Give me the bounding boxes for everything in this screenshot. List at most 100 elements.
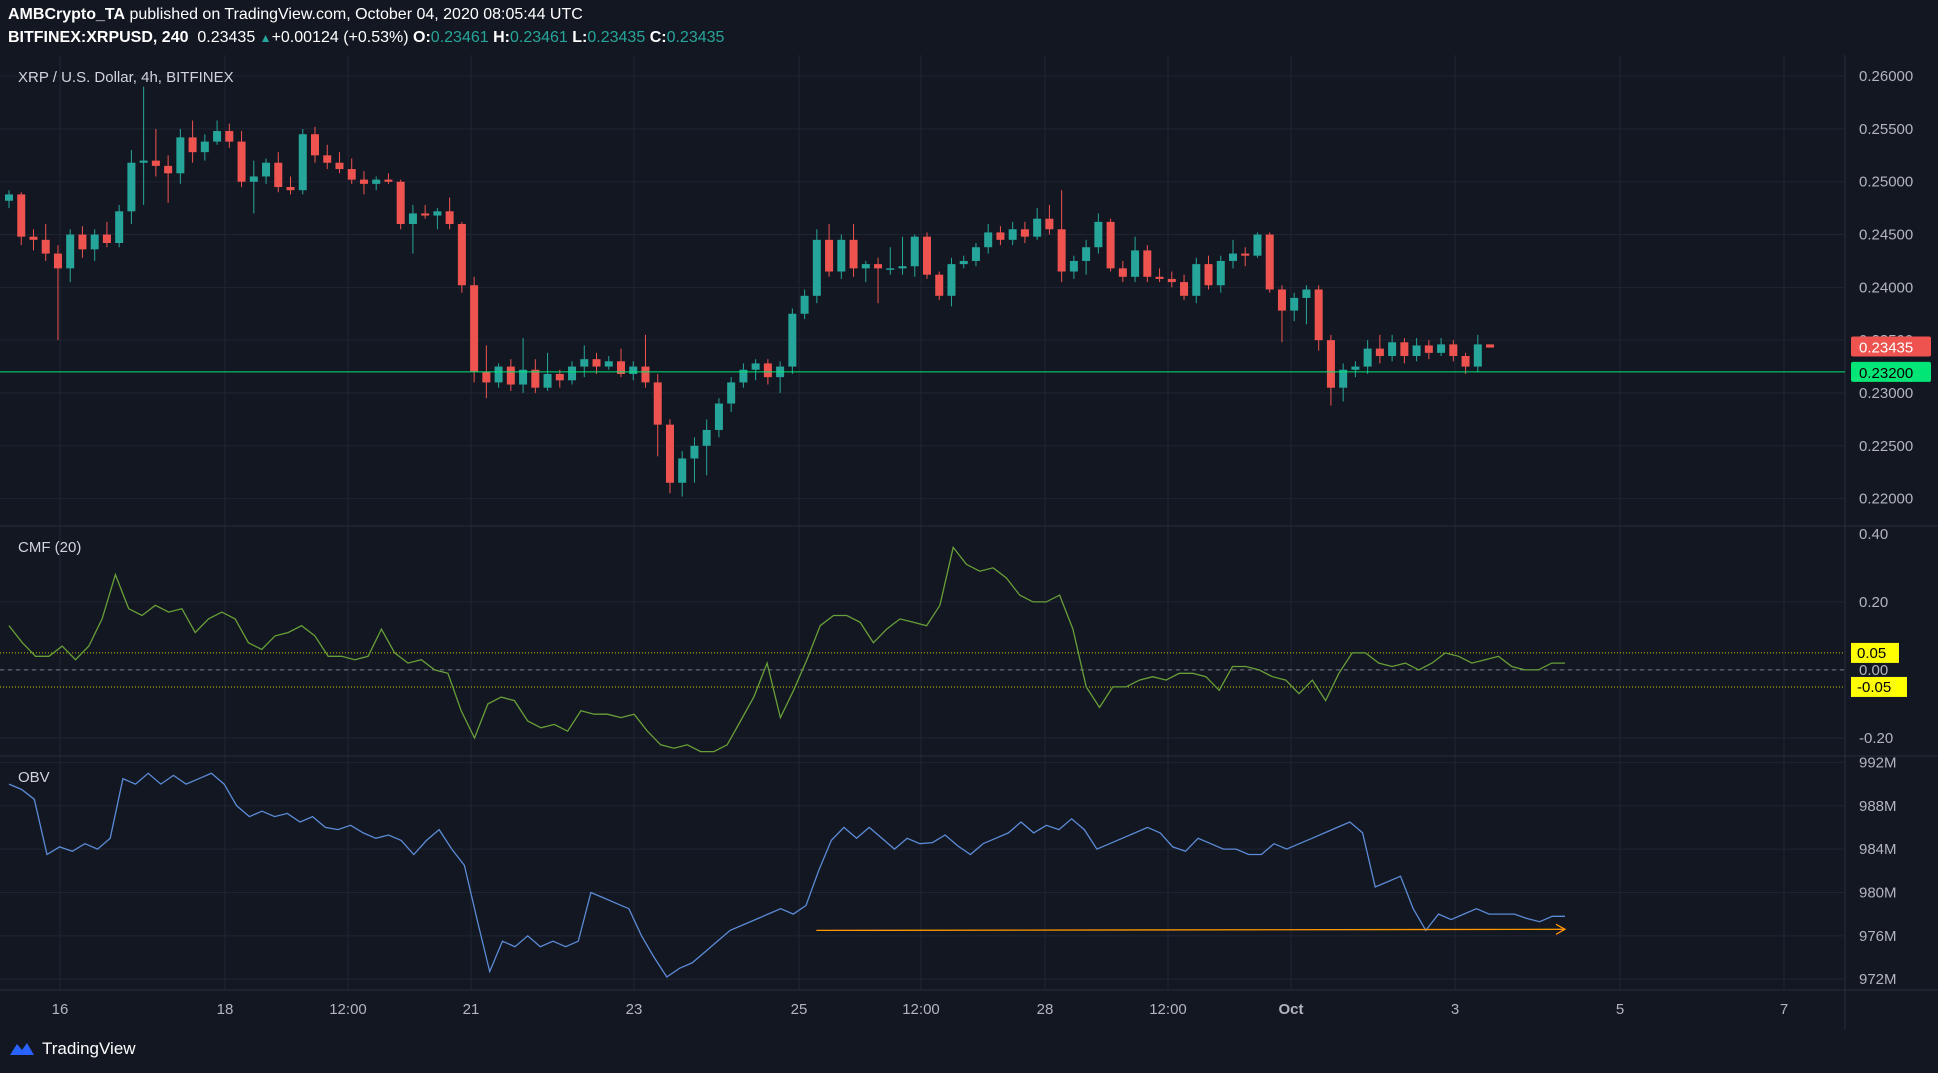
candle-107 [1314,289,1323,341]
candle-29 [359,179,368,184]
candle-19 [237,141,246,182]
obv-trend-line [816,928,1566,932]
candle-40 [494,366,503,383]
candle-55 [678,458,687,483]
candle-21 [262,162,271,177]
candle-98 [1204,264,1213,286]
candle-76 [935,274,944,296]
candle-5 [66,234,75,269]
candle-82 [1008,229,1017,240]
candle-80 [984,232,993,248]
candle-52 [641,366,650,383]
candle-74 [910,236,919,267]
candle-102 [1253,234,1262,256]
candle-81 [996,232,1005,240]
price-tick-label: 0.22500 [1859,438,1913,455]
price-tick-label: 0.26000 [1859,68,1913,85]
candle-96 [1180,282,1189,296]
candle-30 [372,179,381,184]
candle-10 [127,162,136,212]
candle-66 [812,239,821,296]
candle-3 [41,239,50,254]
candle-35 [433,211,442,216]
candle-106 [1302,289,1311,298]
candle-47 [580,359,589,367]
tradingview-brand: TradingView [42,1039,136,1058]
candle-20 [249,176,258,182]
cmf-tick-label: 0.00 [1859,662,1888,679]
candle-9 [115,211,124,243]
candle-1 [17,194,26,237]
candle-33 [408,213,417,224]
candle-90 [1106,221,1115,269]
price-tick-label: 0.25500 [1859,121,1913,138]
candle-18 [225,131,234,142]
candle-70 [861,264,870,269]
candle-53 [653,382,662,425]
time-tick-label: 16 [52,1001,69,1018]
candle-100 [1229,253,1237,261]
candle-73 [898,266,907,269]
candle-39 [482,371,491,383]
candle-84 [1033,218,1042,237]
price-tick-label: 0.24500 [1859,227,1913,244]
obv-tick-label: 976M [1859,928,1897,945]
candle-2 [29,236,38,240]
candle-94 [1155,276,1164,279]
obv-tick-label: 972M [1859,971,1897,988]
candle-69 [849,239,858,269]
time-tick-label: Oct [1278,1001,1303,1018]
time-tick-label: 5 [1616,1001,1624,1018]
time-tick-label: 3 [1451,1001,1459,1018]
support-price-label: 0.23200 [1859,365,1913,382]
candle-15 [188,137,197,153]
candle-34 [421,213,430,216]
candle-22 [274,162,283,188]
candle-68 [837,239,846,272]
candle-95 [1167,278,1176,283]
candle-7 [90,234,99,250]
candle-116 [1424,345,1433,353]
candle-6 [78,234,87,250]
candle-77 [947,264,956,296]
candle-114 [1400,342,1409,357]
obv-line [8,772,1565,978]
candle-118 [1449,344,1458,357]
tradingview-footer[interactable]: TradingView [8,1037,136,1061]
candle-27 [335,162,344,170]
price-tick-label: 0.22000 [1859,491,1913,508]
candle-17 [213,131,222,142]
price-pane-title: XRP / U.S. Dollar, 4h, BITFINEX [18,69,234,86]
time-tick-label: 12:00 [902,1001,940,1018]
candle-110 [1351,366,1360,370]
candle-49 [604,361,613,367]
candle-43 [531,369,540,388]
candle-4 [53,253,62,269]
candle-14 [176,137,185,174]
time-tick-label: 28 [1037,1001,1054,1018]
cmf-line [8,545,1565,753]
candle-71 [874,264,883,269]
candle-16 [200,141,209,153]
cmf-band-label: 0.05 [1857,645,1886,662]
chart-canvas[interactable]: 0.260000.255000.250000.245000.240000.235… [0,0,1938,1030]
candle-28 [347,169,356,180]
candle-24 [298,134,307,191]
candle-72 [886,268,895,270]
candle-101 [1241,253,1250,256]
obv-tick-label: 992M [1859,754,1897,771]
candle-92 [1131,250,1140,277]
candle-97 [1192,264,1201,296]
candle-104 [1277,289,1286,311]
obv-tick-label: 984M [1859,841,1897,858]
candle-75 [923,236,931,275]
candle-58 [714,403,723,430]
obv-pane-title: OBV [18,769,50,786]
candle-93 [1143,250,1152,277]
candle-8 [102,234,111,243]
candle-86 [1057,229,1066,272]
candle-88 [1082,247,1091,261]
time-tick-label: 23 [626,1001,643,1018]
candle-113 [1388,342,1397,357]
candle-120 [1473,344,1482,367]
